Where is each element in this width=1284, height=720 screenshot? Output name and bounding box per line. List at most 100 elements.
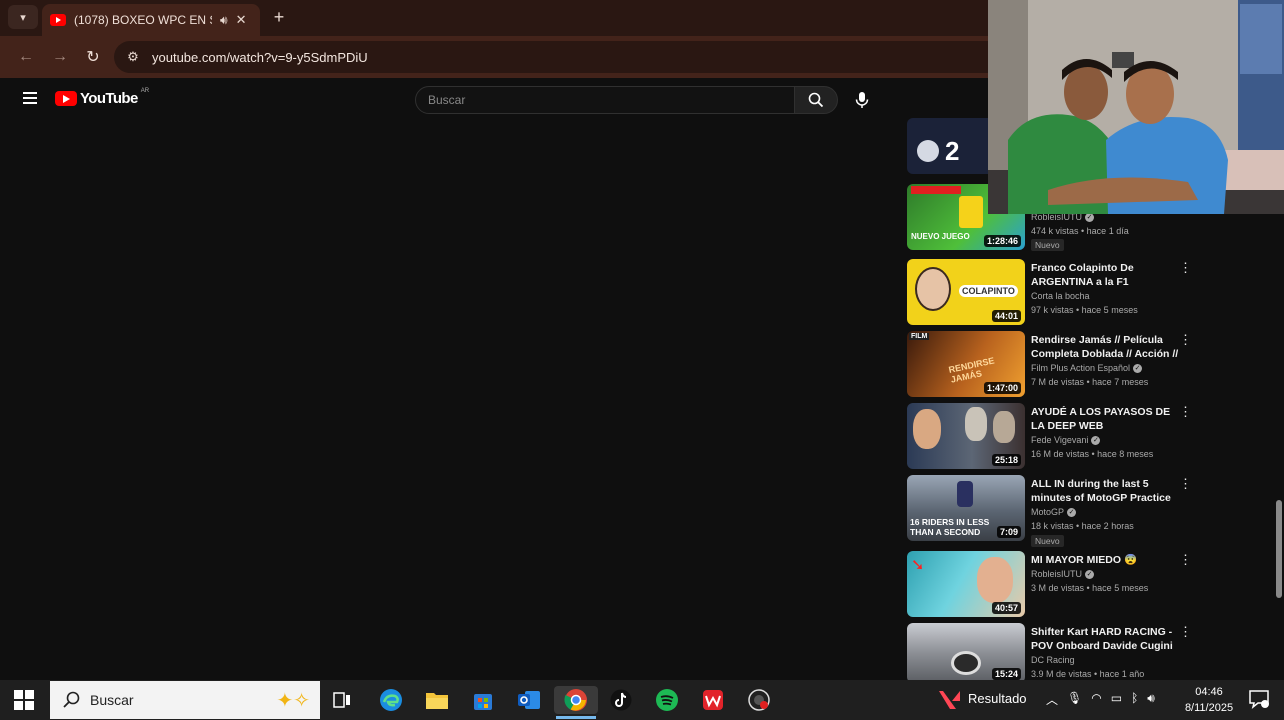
video-duration: 25:18 (991, 454, 1021, 466)
forward-arrow-icon[interactable]: → (48, 45, 72, 69)
close-tab-button[interactable]: ✕ (236, 12, 247, 28)
spotify-icon[interactable] (653, 686, 681, 714)
verified-check-icon: ✓ (1067, 508, 1077, 518)
video-player-area[interactable] (5, 122, 900, 680)
video-duration: 44:01 (991, 310, 1021, 322)
microphone-icon[interactable]: 🎙︎ (1067, 691, 1082, 708)
more-options-icon[interactable]: ⋮ (1179, 625, 1192, 641)
list-item[interactable]: 16 RIDERS IN LESS THAN A SECOND 7:09 ALL… (905, 475, 1205, 549)
youtube-favicon-icon (50, 14, 66, 26)
chrome-browser-icon[interactable] (554, 686, 598, 714)
video-meta: 3.9 M de vistas • hace 1 año (1031, 669, 1145, 679)
active-tab[interactable]: (1078) BOXEO WPC EN SAL 🔊︎ ✕ (42, 4, 260, 36)
video-duration: 15:24 (991, 668, 1021, 680)
battery-icon[interactable]: ▭ (1111, 691, 1122, 708)
video-thumbnail[interactable]: 15:24 (907, 623, 1025, 680)
video-thumbnail[interactable]: 16 RIDERS IN LESS THAN A SECOND 7:09 (907, 475, 1025, 541)
voice-search-button[interactable] (848, 86, 876, 114)
url-text: youtube.com/watch?v=9-y5SdmPDiU (152, 49, 368, 65)
video-title[interactable]: Rendirse Jamás // Película Completa Dobl… (1031, 333, 1179, 361)
search-icon (63, 691, 80, 708)
video-thumbnail[interactable]: 25:18 (907, 403, 1025, 469)
steering-wheel-illustration (951, 651, 981, 675)
system-clock[interactable]: 04:46 8/11/2025 (1182, 684, 1236, 716)
channel-name[interactable]: RobleisIUTU ✓ (1031, 569, 1095, 580)
search-icon (808, 92, 824, 108)
list-item[interactable]: FILM RENDIRSE JAMÁS 1:47:00 Rendirse Jam… (905, 331, 1205, 399)
channel-name[interactable]: Fede Vigevani ✓ (1031, 435, 1101, 446)
video-duration: 40:57 (991, 602, 1021, 614)
tab-search-dropdown-button[interactable]: ▾ (8, 5, 38, 29)
new-tab-button[interactable]: + (268, 6, 290, 28)
task-view-icon[interactable] (328, 686, 356, 714)
video-thumbnail[interactable]: FILM RENDIRSE JAMÁS 1:47:00 (907, 331, 1025, 397)
game-result-label[interactable]: Resultado (968, 691, 1027, 706)
youtube-wordmark: YouTube (80, 90, 138, 107)
address-bar[interactable]: ⚙︎ youtube.com/watch?v=9-y5SdmPDiU (114, 41, 1004, 73)
speaker-icon[interactable]: 🔊︎ (220, 13, 228, 28)
video-title[interactable]: Shifter Kart HARD RACING - POV Onboard D… (1031, 625, 1179, 653)
video-title[interactable]: MI MAYOR MIEDO 😨 (1031, 553, 1179, 567)
more-options-icon[interactable]: ⋮ (1179, 261, 1192, 277)
search-input[interactable]: Buscar (415, 86, 795, 114)
list-item[interactable]: ➘ 40:57 MI MAYOR MIEDO 😨 RobleisIUTU ✓ 3 … (905, 551, 1205, 619)
video-meta: 3 M de vistas • hace 5 meses (1031, 583, 1149, 593)
list-item[interactable]: 15:24 Shifter Kart HARD RACING - POV Onb… (905, 623, 1205, 680)
taskbar-search-box[interactable]: Buscar ✦✧ (50, 681, 320, 719)
video-title[interactable]: Franco Colapinto De ARGENTINA a la F1 (B… (1031, 261, 1179, 289)
file-explorer-icon[interactable] (423, 686, 451, 714)
valorant-icon[interactable] (938, 689, 962, 711)
menu-icon[interactable] (23, 92, 37, 104)
youtube-play-icon (55, 91, 77, 106)
active-app-indicator (556, 716, 596, 719)
outlook-icon[interactable] (515, 686, 543, 714)
back-arrow-icon[interactable]: ← (14, 45, 38, 69)
edge-browser-icon[interactable] (377, 686, 405, 714)
notifications-icon[interactable] (1248, 688, 1270, 710)
bluetooth-icon[interactable]: ᛒ (1131, 691, 1138, 708)
video-duration: 1:47:00 (983, 382, 1021, 394)
motorbike-illustration (957, 481, 973, 507)
more-options-icon[interactable]: ⋮ (1179, 553, 1192, 569)
video-thumbnail[interactable]: ➘ 40:57 (907, 551, 1025, 617)
more-options-icon[interactable]: ⋮ (1179, 333, 1192, 349)
youtube-logo[interactable]: YouTube AR (55, 88, 149, 107)
webcam-feed-image (988, 0, 1284, 214)
channel-name[interactable]: DC Racing (1031, 655, 1075, 665)
wifi-icon[interactable]: ◠ (1091, 691, 1101, 708)
search-button[interactable] (794, 86, 838, 114)
film-badge: FILM (909, 333, 930, 340)
tiktok-icon[interactable] (607, 686, 635, 714)
search-placeholder: Buscar (428, 93, 466, 107)
verified-check-icon: ✓ (1085, 213, 1095, 223)
video-title[interactable]: ALL IN during the last 5 minutes of Moto… (1031, 477, 1179, 505)
channel-name[interactable]: Film Plus Action Español ✓ (1031, 363, 1143, 374)
microsoft-store-icon[interactable] (469, 686, 497, 714)
obs-recorder-icon[interactable] (745, 686, 773, 714)
browser-tab-bar: ▾ (1078) BOXEO WPC EN SAL 🔊︎ ✕ + (0, 0, 988, 36)
video-title[interactable]: AYUDÉ A LOS PAYASOS DE LA DEEP WEB (1031, 405, 1179, 433)
video-duration: 1:28:46 (983, 235, 1021, 247)
channel-name[interactable]: Corta la bocha (1031, 291, 1090, 301)
video-meta: 97 k vistas • hace 5 meses (1031, 305, 1138, 315)
channel-name[interactable]: MotoGP ✓ (1031, 507, 1077, 518)
list-item[interactable]: 25:18 AYUDÉ A LOS PAYASOS DE LA DEEP WEB… (905, 403, 1205, 471)
clock-time: 04:46 (1195, 686, 1223, 698)
taskbar-search-label: Buscar (90, 692, 134, 708)
page-scrollbar-thumb[interactable] (1276, 500, 1282, 598)
windows-start-icon[interactable] (14, 690, 34, 710)
chevron-up-icon[interactable]: ︿ (1046, 691, 1058, 708)
face-illustration (915, 267, 951, 311)
more-options-icon[interactable]: ⋮ (1179, 477, 1192, 493)
video-meta: 474 k vistas • hace 1 día (1031, 226, 1129, 236)
list-item[interactable]: COLAPINTO 44:01 Franco Colapinto De ARGE… (905, 259, 1205, 327)
video-thumbnail[interactable]: COLAPINTO 44:01 (907, 259, 1025, 325)
question-block-icon (959, 196, 983, 228)
wps-office-icon[interactable] (699, 686, 727, 714)
volume-icon[interactable]: 🔊︎ (1147, 691, 1155, 708)
site-info-icon[interactable]: ⚙︎ (124, 49, 142, 65)
video-meta: 7 M de vistas • hace 7 meses (1031, 377, 1149, 387)
windows-taskbar: Buscar ✦✧ Resultado ︿ 🎙︎ ◠ ▭ ᛒ 🔊︎ 04:46 … (0, 680, 1284, 720)
more-options-icon[interactable]: ⋮ (1179, 405, 1192, 421)
reload-icon[interactable]: ↻ (81, 45, 105, 69)
